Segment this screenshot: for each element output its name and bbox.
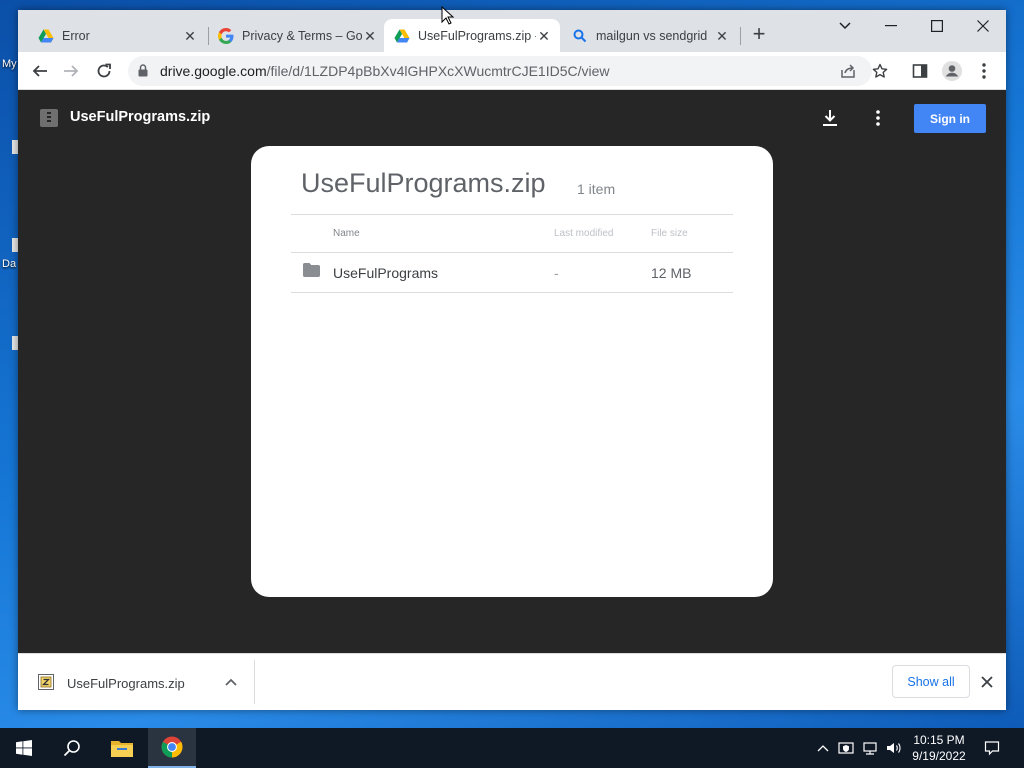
back-icon[interactable] — [28, 59, 52, 83]
divider — [291, 292, 733, 293]
tab-mailgun-search[interactable]: mailgun vs sendgrid ✕ — [564, 19, 738, 52]
windows-start-icon[interactable] — [0, 728, 48, 768]
lock-icon[interactable] — [138, 64, 148, 82]
download-shelf: UseFulPrograms.zip Show all — [18, 653, 1006, 710]
item-count: 1 item — [577, 181, 616, 197]
network-icon[interactable] — [860, 728, 880, 768]
volume-icon[interactable] — [884, 728, 904, 768]
sign-in-button[interactable]: Sign in — [914, 104, 986, 133]
drive-file-viewer: UseFulPrograms.zip Sign in UseFulProgram… — [18, 90, 1006, 653]
new-tab-button[interactable]: + — [748, 23, 770, 46]
tab-title: Privacy & Terms – Google — [242, 28, 362, 43]
maximize-icon[interactable] — [914, 10, 960, 42]
close-tab-icon[interactable]: ✕ — [182, 28, 198, 44]
show-all-button[interactable]: Show all — [892, 665, 970, 698]
tab-title: Error — [62, 28, 90, 43]
side-panel-icon[interactable] — [908, 59, 932, 83]
notifications-icon[interactable] — [980, 728, 1004, 768]
row-size: 12 MB — [651, 265, 692, 281]
viewer-header: UseFulPrograms.zip Sign in — [18, 90, 1006, 146]
close-tab-icon[interactable]: ✕ — [714, 28, 730, 44]
zip-file-icon — [40, 109, 58, 127]
close-tab-icon[interactable]: ✕ — [362, 28, 378, 44]
clock-time: 10:15 PM — [913, 733, 965, 747]
tab-title: mailgun vs sendgrid — [596, 28, 708, 43]
more-options-icon[interactable] — [866, 106, 890, 130]
download-icon[interactable] — [818, 106, 842, 130]
tab-privacy-terms[interactable]: Privacy & Terms – Google ✕ — [210, 19, 386, 52]
google-g-icon — [218, 27, 234, 44]
column-header-size: File size — [651, 228, 688, 239]
tab-search-icon[interactable] — [822, 10, 868, 42]
download-item-name[interactable]: UseFulPrograms.zip — [67, 676, 185, 691]
google-drive-icon — [38, 28, 54, 44]
profile-avatar-icon[interactable] — [940, 59, 964, 83]
tab-strip: Error ✕ Privacy & Terms – Google ✕ UseFu… — [18, 10, 1006, 52]
file-explorer-icon[interactable] — [98, 728, 146, 768]
search-icon — [572, 28, 588, 44]
desktop-icon-label[interactable]: My — [2, 58, 17, 70]
mouse-cursor-icon — [441, 6, 455, 25]
row-name[interactable]: UseFulPrograms — [333, 265, 438, 281]
close-window-icon[interactable] — [960, 10, 1006, 42]
close-icon[interactable] — [976, 671, 998, 693]
forward-icon[interactable] — [59, 59, 83, 83]
show-hidden-icons-icon[interactable] — [814, 728, 832, 768]
browser-toolbar: drive.google.com/file/d/1LZDP4pBbXv4lGHP… — [18, 52, 1006, 90]
divider — [254, 660, 255, 704]
tab-divider — [740, 27, 741, 45]
google-drive-icon — [394, 28, 410, 44]
row-modified: - — [554, 265, 559, 281]
bookmark-star-icon[interactable] — [868, 59, 892, 83]
column-header-name: Name — [333, 228, 360, 239]
archive-title: UseFulPrograms.zip — [301, 168, 546, 198]
desktop-icon-label[interactable]: Da — [2, 258, 16, 270]
folder-icon — [303, 263, 320, 277]
column-header-modified: Last modified — [554, 228, 614, 239]
browser-menu-icon[interactable] — [972, 59, 996, 83]
divider — [291, 252, 733, 253]
taskbar-clock[interactable]: 10:15 PM 9/19/2022 — [906, 732, 972, 764]
chevron-up-icon[interactable] — [221, 672, 241, 692]
clock-date: 9/19/2022 — [912, 749, 966, 763]
minimize-icon[interactable] — [868, 10, 914, 42]
tab-title: UseFulPrograms.zip - Google Drive — [418, 28, 536, 43]
zip-file-icon — [38, 674, 54, 690]
chrome-taskbar-icon[interactable] — [148, 728, 196, 768]
close-tab-icon[interactable]: ✕ — [536, 28, 552, 44]
search-icon[interactable] — [48, 728, 96, 768]
browser-window: Error ✕ Privacy & Terms – Google ✕ UseFu… — [18, 10, 1006, 710]
reload-icon[interactable] — [92, 59, 116, 83]
url-path: /file/d/1LZDP4pBbXv4lGHPXcXWucmtrCJE1ID5… — [266, 63, 610, 79]
taskbar: 10:15 PM 9/19/2022 — [0, 728, 1024, 768]
tab-error[interactable]: Error ✕ — [30, 19, 206, 52]
share-icon[interactable] — [836, 59, 860, 83]
url-host: drive.google.com — [160, 63, 267, 79]
security-icon[interactable] — [836, 728, 856, 768]
divider — [291, 214, 733, 215]
tab-usefulprograms[interactable]: UseFulPrograms.zip - Google Drive ✕ — [384, 19, 560, 52]
address-bar[interactable]: drive.google.com/file/d/1LZDP4pBbXv4lGHP… — [128, 56, 872, 86]
viewer-file-title: UseFulPrograms.zip — [70, 109, 211, 125]
tab-divider — [208, 27, 209, 45]
archive-contents-card: UseFulPrograms.zip 1 item Name Last modi… — [251, 146, 773, 597]
